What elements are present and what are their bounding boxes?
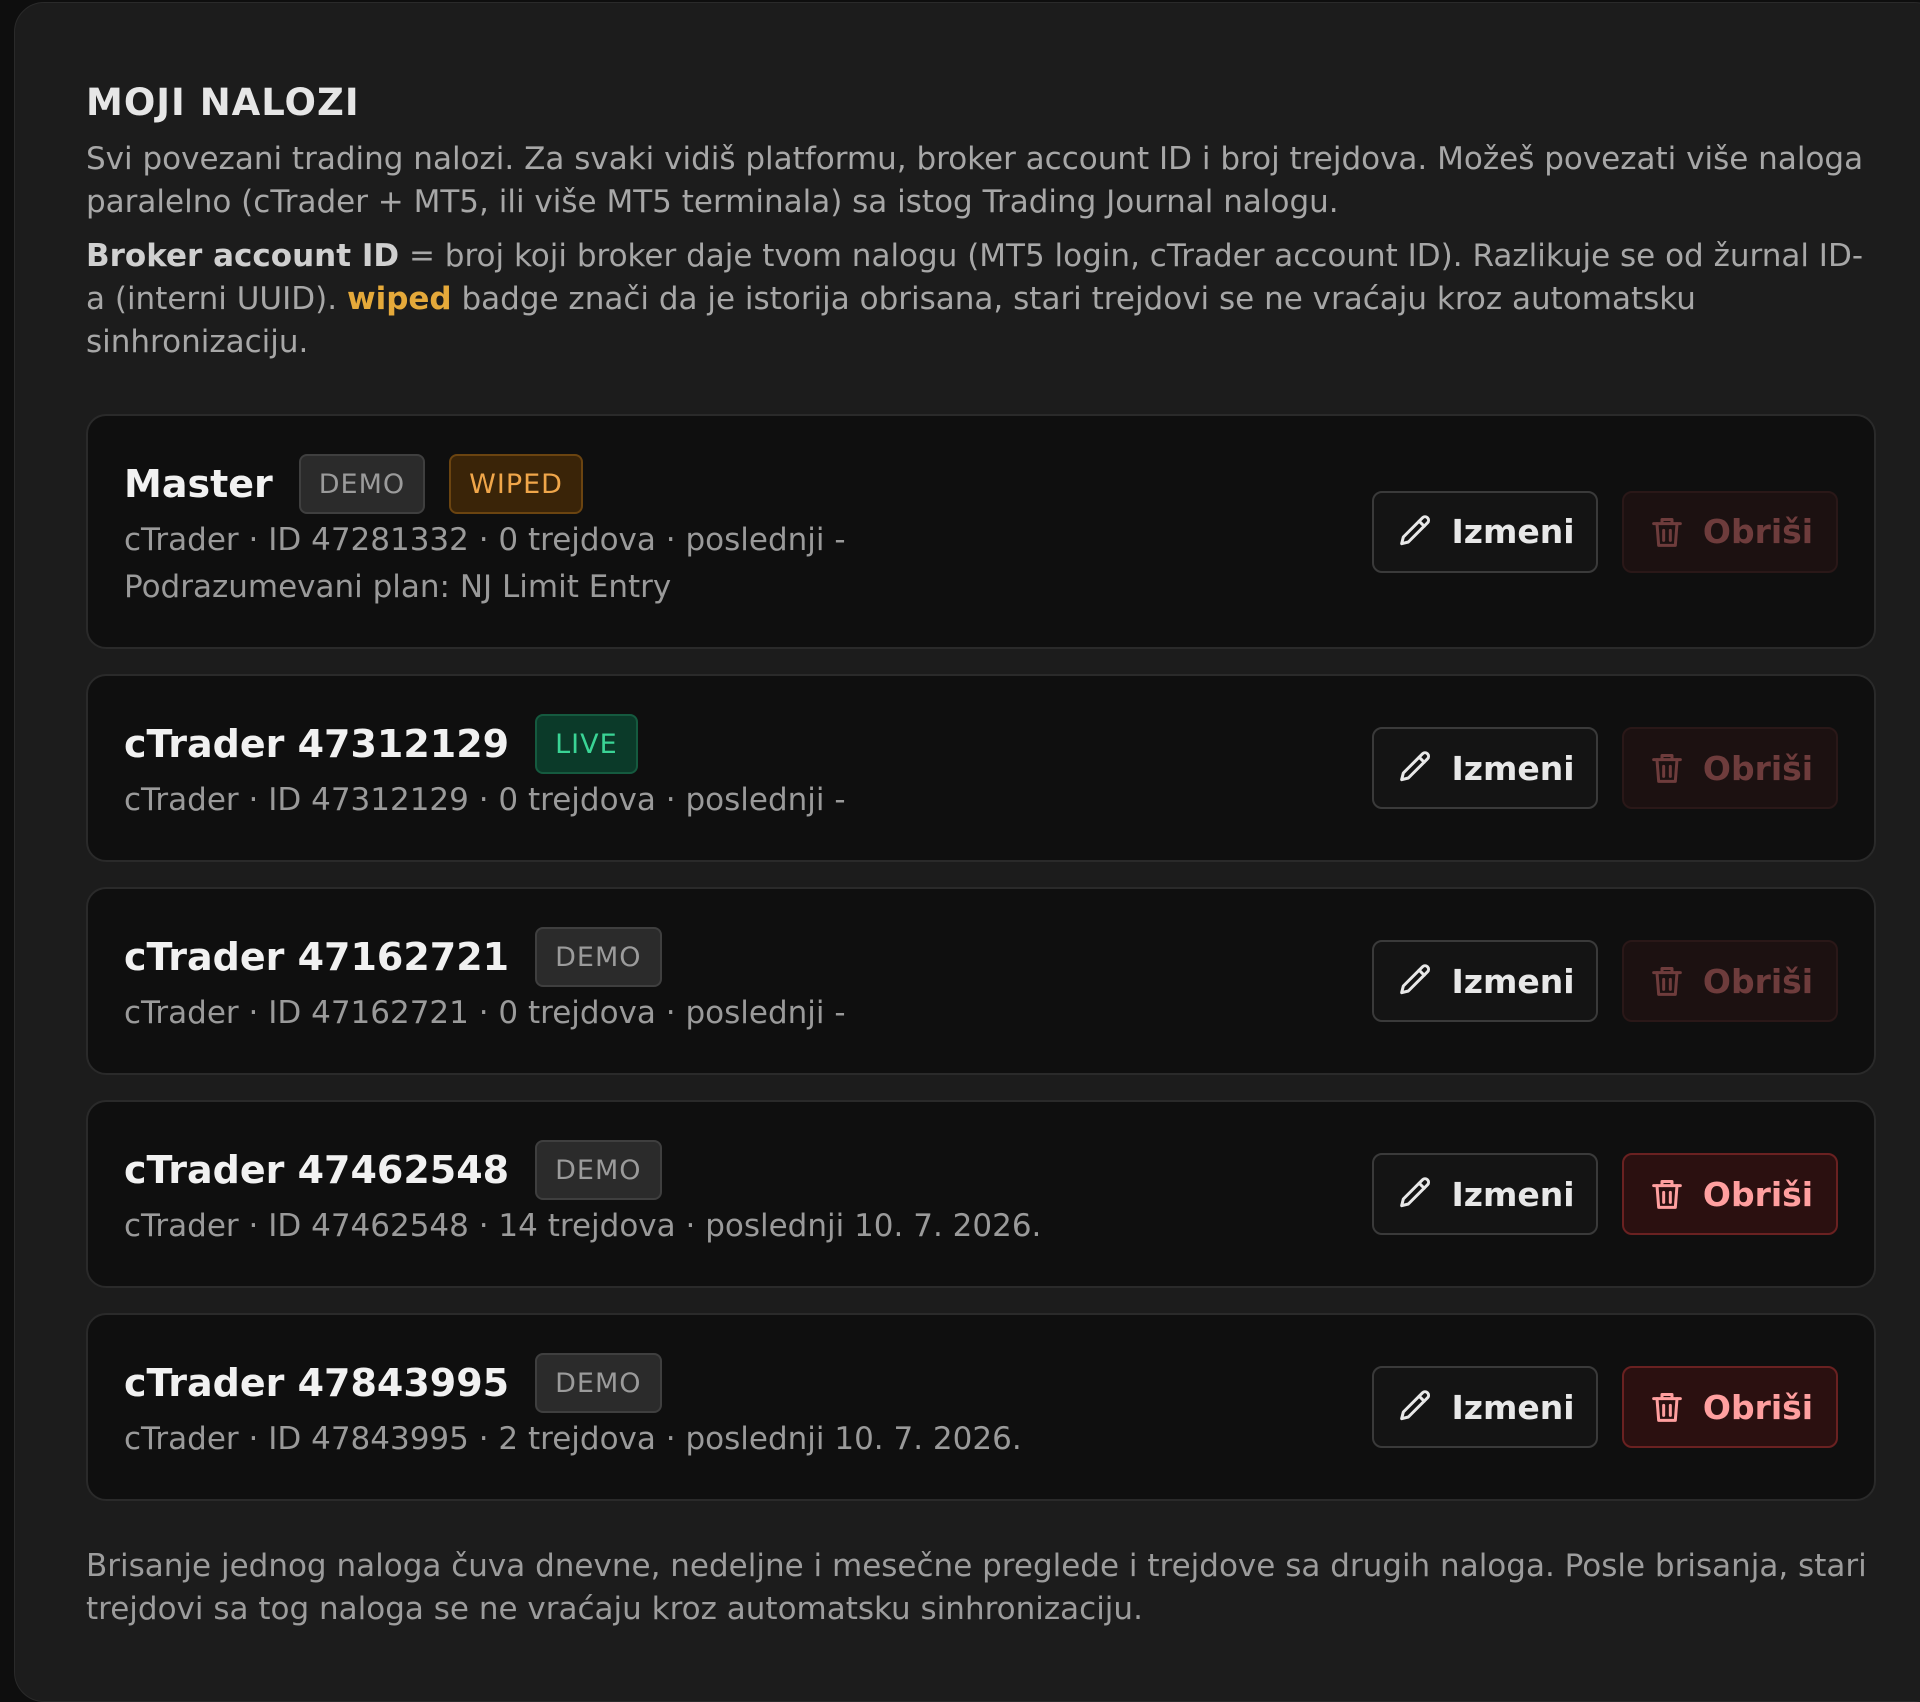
account-title-row: Master DEMO WIPED	[124, 454, 1298, 514]
account-name: Master	[124, 462, 273, 506]
account-default-plan: Podrazumevani plan: NJ Limit Entry	[124, 569, 672, 605]
delete-footnote: Brisanje jednog naloga čuva dnevne, nede…	[86, 1548, 1867, 1627]
account-card: cTrader 47312129 LIVE cTrader · ID 47312…	[86, 674, 1876, 862]
account-meta: cTrader · ID 47462548 · 14 trejdova · po…	[124, 1208, 1042, 1244]
note-strong: Broker account ID	[86, 238, 400, 274]
account-name: cTrader 47843995	[124, 1361, 510, 1405]
account-title-row: cTrader 47162721 DEMO	[124, 927, 1298, 987]
account-name: cTrader 47462548	[124, 1148, 510, 1192]
delete-label: Obriši	[1702, 748, 1814, 788]
delete-label: Obriši	[1702, 961, 1814, 1001]
edit-label: Izmeni	[1451, 748, 1575, 788]
account-name: cTrader 47162721	[124, 935, 510, 979]
pencil-icon	[1395, 1174, 1451, 1214]
note-wiped-word: wiped	[346, 281, 452, 317]
trash-icon	[1647, 748, 1703, 788]
accounts-list: Master DEMO WIPED cTrader · ID 47281332 ·…	[86, 414, 1876, 1501]
section-intro: Svi povezani trading nalozi. Za svaki vi…	[86, 141, 1864, 220]
edit-button[interactable]: Izmeni	[1372, 1366, 1598, 1448]
edit-button[interactable]: Izmeni	[1372, 490, 1598, 573]
edit-label: Izmeni	[1451, 512, 1575, 551]
wiped-badge: WIPED	[449, 454, 583, 514]
account-meta: cTrader · ID 47162721 · 0 trejdova · pos…	[124, 995, 846, 1031]
pencil-icon	[1395, 1387, 1451, 1427]
pencil-icon	[1395, 512, 1451, 552]
account-card: cTrader 47162721 DEMO cTrader · ID 47162…	[86, 887, 1876, 1075]
section-title: MOJI NALOZI	[86, 81, 360, 124]
trash-icon	[1647, 961, 1703, 1001]
delete-label: Obriši	[1702, 1174, 1814, 1214]
account-title-row: cTrader 47312129 LIVE	[124, 714, 1298, 774]
delete-button[interactable]: Obriši	[1622, 727, 1838, 809]
account-actions: Izmeni Obriši	[1372, 727, 1838, 809]
delete-button[interactable]: Obriši	[1622, 940, 1838, 1022]
live-badge: LIVE	[535, 714, 638, 774]
account-card: cTrader 47843995 DEMO cTrader · ID 47843…	[86, 1313, 1876, 1501]
account-actions: Izmeni Obriši	[1372, 940, 1838, 1022]
account-card: Master DEMO WIPED cTrader · ID 47281332 ·…	[86, 414, 1876, 649]
delete-label: Obriši	[1702, 512, 1814, 551]
trash-icon	[1647, 1174, 1703, 1214]
demo-badge: DEMO	[535, 1140, 662, 1200]
demo-badge: DEMO	[535, 927, 662, 987]
account-card: cTrader 47462548 DEMO cTrader · ID 47462…	[86, 1100, 1876, 1288]
account-actions: Izmeni Obriši	[1372, 490, 1838, 573]
trash-icon	[1647, 1387, 1703, 1427]
edit-label: Izmeni	[1451, 961, 1575, 1001]
account-actions: Izmeni Obriši	[1372, 1366, 1838, 1448]
account-title-row: cTrader 47462548 DEMO	[124, 1140, 1298, 1200]
demo-badge: DEMO	[535, 1353, 662, 1413]
edit-button[interactable]: Izmeni	[1372, 727, 1598, 809]
trash-icon	[1647, 512, 1703, 552]
edit-label: Izmeni	[1451, 1387, 1575, 1427]
account-title-row: cTrader 47843995 DEMO	[124, 1353, 1298, 1413]
account-name: cTrader 47312129	[124, 722, 510, 766]
delete-button[interactable]: Obriši	[1622, 490, 1838, 573]
demo-badge: DEMO	[298, 454, 426, 514]
edit-label: Izmeni	[1451, 1174, 1575, 1214]
edit-button[interactable]: Izmeni	[1372, 940, 1598, 1022]
delete-button[interactable]: Obriši	[1622, 1366, 1838, 1448]
account-meta: cTrader · ID 47281332 · 0 trejdova · pos…	[124, 522, 846, 558]
delete-label: Obriši	[1702, 1387, 1814, 1427]
pencil-icon	[1395, 748, 1451, 788]
account-meta: cTrader · ID 47843995 · 2 trejdova · pos…	[124, 1421, 1022, 1457]
pencil-icon	[1395, 961, 1451, 1001]
account-actions: Izmeni Obriši	[1372, 1153, 1838, 1235]
account-meta: cTrader · ID 47312129 · 0 trejdova · pos…	[124, 782, 846, 818]
broker-id-note: Broker account ID = broj koji broker daj…	[86, 235, 1876, 364]
accounts-section: MOJI NALOZI Svi povezani trading nalozi.…	[86, 78, 1876, 1631]
delete-button[interactable]: Obriši	[1622, 1153, 1838, 1235]
edit-button[interactable]: Izmeni	[1372, 1153, 1598, 1235]
